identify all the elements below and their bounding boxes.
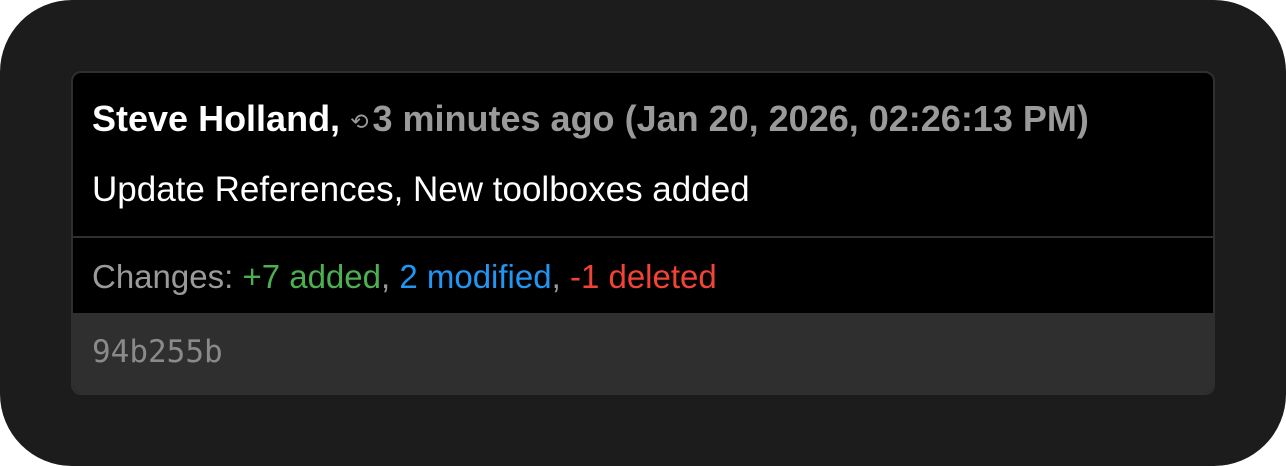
commit-hash[interactable]: 94b255b xyxy=(92,330,223,374)
commit-meta-line: Steve Holland, ⟲ 3 minutes ago (Jan 20, 20… xyxy=(92,97,1089,144)
changes-separator: , xyxy=(551,258,561,295)
changes-separator: , xyxy=(381,258,391,295)
divider xyxy=(73,236,1213,238)
changes-deleted: -1 deleted xyxy=(569,258,717,295)
commit-relative-time: 3 minutes ago xyxy=(372,98,615,139)
commit-author: Steve Holland, xyxy=(92,98,341,139)
commit-absolute-time: (Jan 20, 2026, 02:26:13 PM) xyxy=(624,98,1089,139)
commit-card[interactable]: Steve Holland, ⟲ 3 minutes ago (Jan 20, 20… xyxy=(71,71,1215,395)
changes-modified: 2 modified xyxy=(399,258,552,295)
changes-label: Changes: xyxy=(92,258,234,295)
commit-changes: Changes: +7 added, 2 modified, -1 delete… xyxy=(92,255,717,299)
history-icon: ⟲ xyxy=(350,109,369,134)
commit-footer: 94b255b xyxy=(73,313,1213,393)
commit-message: Update References, New toolboxes added xyxy=(92,170,750,209)
changes-added: +7 added xyxy=(242,258,381,295)
commit-header: Steve Holland, ⟲ 3 minutes ago (Jan 20, 20… xyxy=(73,73,1213,236)
window-frame: Steve Holland, ⟲ 3 minutes ago (Jan 20, 20… xyxy=(0,0,1286,466)
